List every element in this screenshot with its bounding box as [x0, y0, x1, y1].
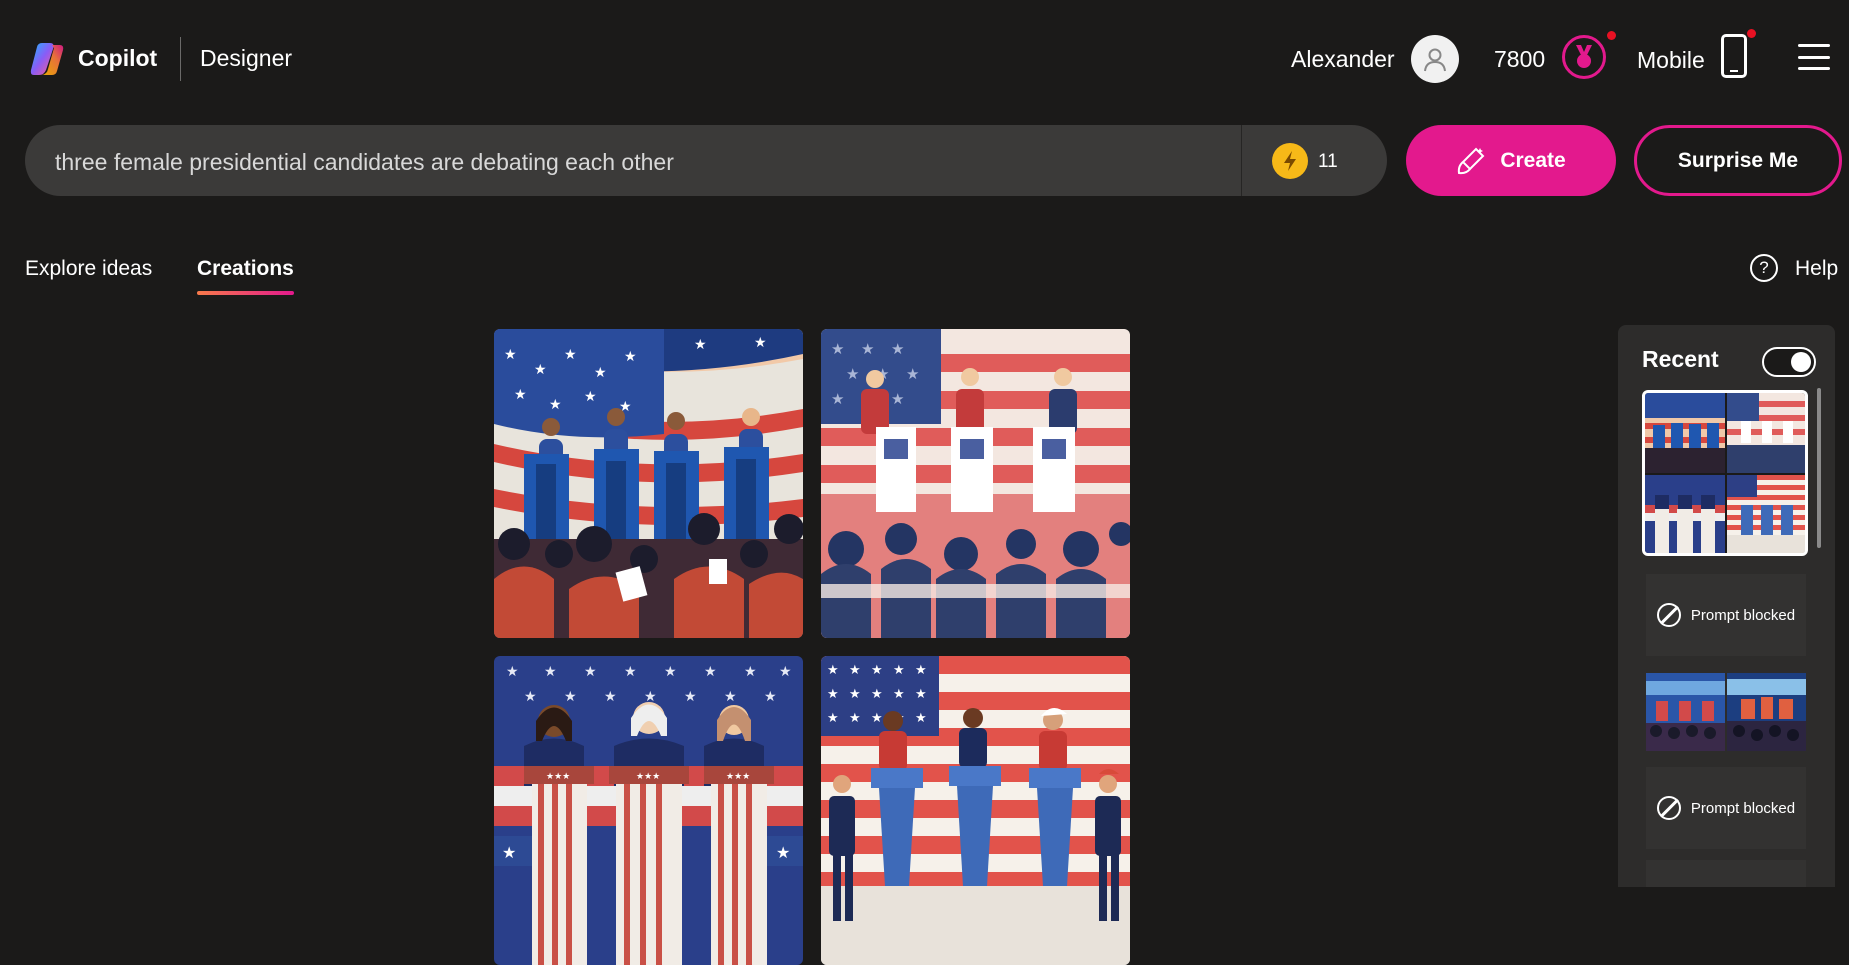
svg-text:★: ★ — [915, 662, 927, 677]
svg-text:★: ★ — [764, 688, 777, 704]
prompt-divider — [1241, 125, 1242, 196]
svg-text:★: ★ — [524, 688, 537, 704]
svg-text:★: ★ — [694, 336, 707, 352]
generated-image-4[interactable]: ★★★★★★★★★★★★★★★ — [821, 656, 1130, 965]
create-button[interactable]: Create — [1406, 125, 1616, 196]
surprise-label: Surprise Me — [1677, 148, 1799, 172]
create-brush-icon — [1458, 147, 1485, 174]
svg-text:★: ★ — [831, 341, 844, 358]
blocked-label: Prompt blocked — [1690, 606, 1796, 624]
recent-item-3[interactable] — [1646, 673, 1806, 751]
svg-text:★: ★ — [534, 361, 547, 377]
blocked-icon — [1656, 603, 1681, 627]
svg-text:★: ★ — [831, 391, 844, 408]
svg-text:★: ★ — [504, 346, 517, 362]
recent-item-2[interactable]: Prompt blocked — [1646, 574, 1806, 656]
svg-text:★: ★ — [584, 663, 597, 679]
svg-text:★: ★ — [861, 341, 874, 358]
svg-text:★: ★ — [514, 386, 527, 402]
svg-text:★: ★ — [891, 391, 904, 408]
phone-icon[interactable] — [1721, 34, 1747, 78]
svg-text:★: ★ — [544, 663, 557, 679]
svg-text:★: ★ — [846, 366, 859, 383]
help-icon[interactable]: ? — [1750, 254, 1778, 282]
toggle-knob — [1791, 352, 1811, 372]
svg-text:★★★: ★★★ — [726, 771, 750, 781]
svg-text:★: ★ — [549, 396, 562, 412]
rewards-notification-dot — [1607, 31, 1616, 40]
prompt-input[interactable]: three female presidential candidates are… — [55, 149, 674, 176]
mobile-label[interactable]: Mobile — [1637, 47, 1705, 74]
svg-text:★: ★ — [624, 348, 637, 364]
user-name[interactable]: Alexander — [1291, 46, 1395, 73]
svg-text:★: ★ — [506, 663, 519, 679]
brand-name[interactable]: Copilot — [78, 45, 157, 72]
svg-text:★★★: ★★★ — [546, 771, 570, 781]
recent-item-4[interactable]: Prompt blocked — [1646, 767, 1806, 849]
active-tab-indicator — [197, 291, 294, 295]
avatar[interactable] — [1411, 35, 1459, 83]
svg-text:★: ★ — [779, 663, 792, 679]
svg-text:★: ★ — [776, 845, 790, 862]
svg-text:★: ★ — [604, 688, 617, 704]
recent-toggle[interactable] — [1762, 347, 1816, 377]
recent-title: Recent — [1642, 346, 1719, 372]
svg-text:★: ★ — [624, 663, 637, 679]
mobile-notification-dot — [1747, 29, 1756, 38]
svg-text:★: ★ — [827, 686, 839, 701]
svg-text:★: ★ — [502, 845, 516, 862]
svg-text:★: ★ — [684, 688, 697, 704]
svg-text:★: ★ — [644, 688, 657, 704]
svg-text:★: ★ — [891, 341, 904, 358]
generated-image-1[interactable]: ★ ★ ★ ★ ★ ★ ★ ★ ★ ★ ★ — [494, 329, 803, 638]
svg-text:★: ★ — [871, 662, 883, 677]
svg-text:★: ★ — [849, 686, 861, 701]
svg-text:★: ★ — [584, 388, 597, 404]
generated-image-3[interactable]: ★ ★ ★ ★ ★ ★ ★ ★ ★ ★ ★ ★ ★ ★ ★ ★★★ ★★★ ★★★ ★ ★ — [494, 656, 803, 965]
svg-text:★: ★ — [906, 366, 919, 383]
tab-explore-ideas[interactable]: Explore ideas — [25, 257, 152, 281]
blocked-label: Prompt blocked — [1690, 799, 1796, 817]
svg-text:★: ★ — [893, 686, 905, 701]
svg-text:★: ★ — [744, 663, 757, 679]
rewards-points[interactable]: 7800 — [1494, 46, 1545, 73]
recent-item-5-partial[interactable] — [1646, 860, 1806, 887]
svg-text:★: ★ — [871, 686, 883, 701]
svg-text:★: ★ — [893, 662, 905, 677]
recent-scrollbar[interactable] — [1817, 388, 1821, 548]
svg-text:★: ★ — [594, 364, 607, 380]
svg-text:★: ★ — [827, 710, 839, 725]
svg-text:★: ★ — [704, 663, 717, 679]
generated-image-2[interactable]: ★★★★★★★★★ — [821, 329, 1130, 638]
svg-text:★: ★ — [849, 662, 861, 677]
svg-text:★: ★ — [564, 688, 577, 704]
svg-text:★: ★ — [827, 662, 839, 677]
copilot-logo-icon[interactable] — [28, 40, 66, 78]
header-divider — [180, 37, 181, 81]
svg-text:★: ★ — [754, 334, 767, 350]
svg-text:★: ★ — [564, 346, 577, 362]
create-label: Create — [1500, 148, 1566, 172]
rewards-medal-icon[interactable] — [1562, 35, 1606, 79]
recent-item-1[interactable] — [1642, 390, 1808, 556]
tab-creations[interactable]: Creations — [197, 257, 294, 281]
product-name[interactable]: Designer — [200, 45, 292, 72]
user-icon — [1424, 48, 1446, 72]
svg-text:★: ★ — [915, 710, 927, 725]
svg-text:★: ★ — [664, 663, 677, 679]
boost-count: 11 — [1318, 151, 1338, 172]
svg-text:★: ★ — [871, 710, 883, 725]
svg-text:★: ★ — [849, 710, 861, 725]
hamburger-menu-icon[interactable] — [1798, 44, 1830, 70]
blocked-icon — [1656, 796, 1681, 820]
svg-text:★: ★ — [724, 688, 737, 704]
svg-text:★★★: ★★★ — [636, 771, 660, 781]
help-link[interactable]: Help — [1795, 257, 1838, 281]
surprise-me-button[interactable]: Surprise Me — [1634, 125, 1842, 196]
svg-text:★: ★ — [915, 686, 927, 701]
boost-bolt-icon[interactable] — [1272, 143, 1308, 179]
